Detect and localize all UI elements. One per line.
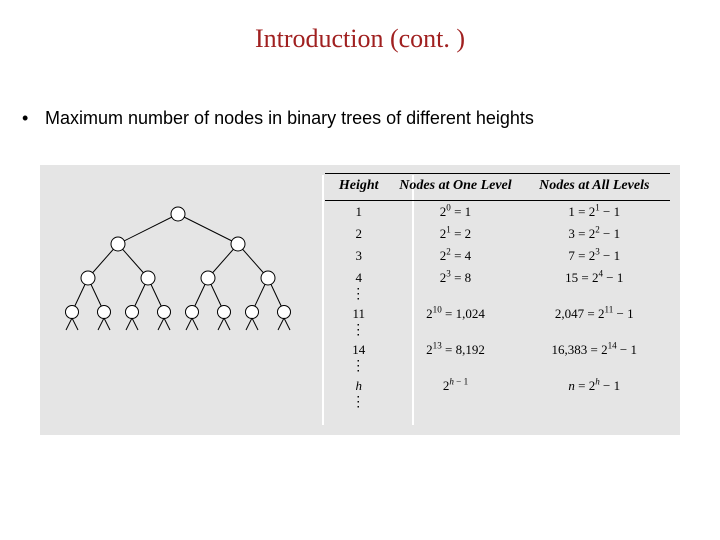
- nodes-table: Height Nodes at One Level Nodes at All L…: [325, 173, 670, 411]
- table-row: 120 = 11 = 21 − 1: [325, 201, 670, 224]
- bullet-dot: •: [22, 108, 40, 129]
- binary-tree-diagram: [48, 200, 308, 370]
- cell-height: 2: [325, 223, 392, 245]
- table-row: 221 = 23 = 22 − 1: [325, 223, 670, 245]
- cell-one-level: 20 = 1: [392, 201, 518, 224]
- column-gap: [322, 175, 324, 425]
- table-row: 423 = 815 = 24 − 1: [325, 267, 670, 289]
- table-row: 14213 = 8,19216,383 = 214 − 1: [325, 339, 670, 361]
- cell-one-level: 213 = 8,192: [392, 339, 518, 361]
- table-row: 11210 = 1,0242,047 = 211 − 1: [325, 303, 670, 325]
- th-height: Height: [325, 174, 392, 201]
- table-row: 322 = 47 = 23 − 1: [325, 245, 670, 267]
- cell-height: 4: [325, 267, 392, 289]
- th-one-level: Nodes at One Level: [392, 174, 518, 201]
- cell-height: 1: [325, 201, 392, 224]
- slide: Introduction (cont. ) • Maximum number o…: [0, 0, 720, 540]
- vdots-row: ⋮: [325, 397, 670, 411]
- bullet-line: • Maximum number of nodes in binary tree…: [22, 108, 534, 129]
- cell-all-levels: 3 = 22 − 1: [519, 223, 670, 245]
- cell-all-levels: 7 = 23 − 1: [519, 245, 670, 267]
- cell-all-levels: 2,047 = 211 − 1: [519, 303, 670, 325]
- slide-title: Introduction (cont. ): [0, 24, 720, 54]
- figure-panel: Height Nodes at One Level Nodes at All L…: [40, 165, 680, 435]
- vdots-row: ⋮: [325, 361, 670, 375]
- cell-all-levels: 1 = 21 − 1: [519, 201, 670, 224]
- table-row: h2h − 1n = 2h − 1: [325, 375, 670, 397]
- cell-height: 14: [325, 339, 392, 361]
- cell-height: 3: [325, 245, 392, 267]
- cell-height: h: [325, 375, 392, 397]
- cell-all-levels: 15 = 24 − 1: [519, 267, 670, 289]
- th-all-levels: Nodes at All Levels: [519, 174, 670, 201]
- vdots-row: ⋮: [325, 289, 670, 303]
- vdots-row: ⋮: [325, 325, 670, 339]
- cell-all-levels: n = 2h − 1: [519, 375, 670, 397]
- cell-height: 11: [325, 303, 392, 325]
- cell-one-level: 2h − 1: [392, 375, 518, 397]
- cell-one-level: 23 = 8: [392, 267, 518, 289]
- bullet-text: Maximum number of nodes in binary trees …: [45, 108, 534, 128]
- cell-one-level: 22 = 4: [392, 245, 518, 267]
- cell-one-level: 21 = 2: [392, 223, 518, 245]
- cell-one-level: 210 = 1,024: [392, 303, 518, 325]
- cell-all-levels: 16,383 = 214 − 1: [519, 339, 670, 361]
